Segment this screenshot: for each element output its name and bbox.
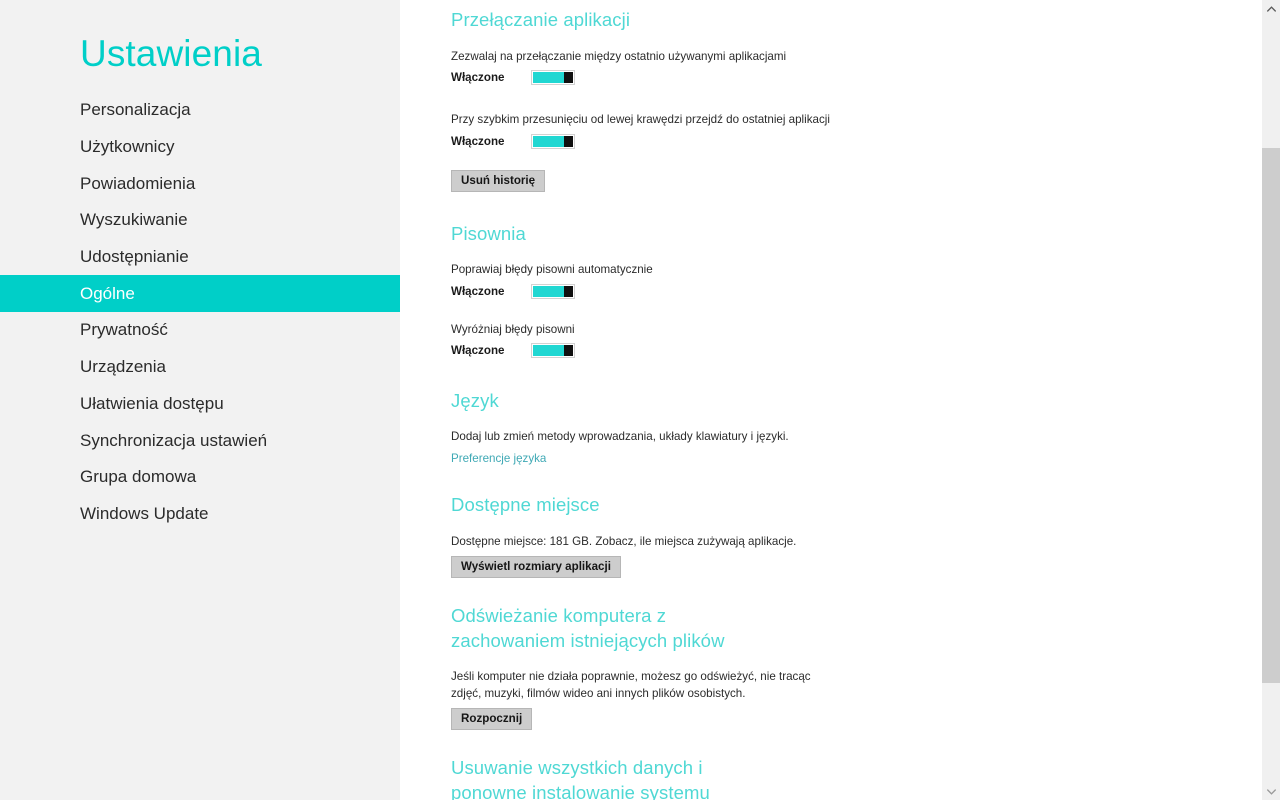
toggle-state-label: Włączone bbox=[451, 134, 505, 148]
sidebar-item-label: Wyszukiwanie bbox=[80, 210, 188, 230]
scroll-down-arrow-icon[interactable] bbox=[1262, 783, 1280, 800]
section-available-space: Dostępne miejsce Dostępne miejsce: 181 G… bbox=[451, 493, 1262, 578]
language-preferences-link[interactable]: Preferencje języka bbox=[451, 451, 546, 467]
sidebar-item-label: Ogólne bbox=[80, 283, 135, 303]
toggle-track-fill bbox=[533, 135, 564, 147]
sidebar-item-udostepnianie[interactable]: Udostępnianie bbox=[0, 239, 400, 276]
section-heading-language: Język bbox=[451, 390, 499, 411]
sidebar-item-synchronizacja-ustawien[interactable]: Synchronizacja ustawień bbox=[0, 422, 400, 459]
spelling-setting2-description: Wyróżniaj błędy pisowni bbox=[451, 322, 575, 336]
section-spelling: Pisownia Poprawiaj błędy pisowni automat… bbox=[451, 222, 1262, 360]
sidebar-item-wyszukiwanie[interactable]: Wyszukiwanie bbox=[0, 202, 400, 239]
sidebar-item-personalizacja[interactable]: Personalizacja bbox=[0, 92, 400, 129]
toggle-thumb bbox=[564, 72, 573, 83]
section-heading-app-switching: Przełączanie aplikacji bbox=[451, 9, 631, 30]
settings-sections-container: Przełączanie aplikacji Zezwalaj na przeł… bbox=[400, 0, 1262, 800]
sidebar-item-label: Personalizacja bbox=[80, 100, 191, 120]
scrollbar-thumb[interactable] bbox=[1262, 148, 1280, 683]
toggle-state-label: Włączone bbox=[451, 284, 505, 298]
toggle-thumb bbox=[564, 345, 573, 356]
sidebar-item-label: Udostępnianie bbox=[80, 247, 189, 267]
app-switching-setting2-description: Przy szybkim przesunięciu od lewej krawę… bbox=[451, 113, 830, 126]
settings-sidebar: Ustawienia Personalizacja Użytkownicy Po… bbox=[0, 0, 400, 800]
sidebar-item-grupa-domowa[interactable]: Grupa domowa bbox=[0, 459, 400, 496]
section-heading-spelling: Pisownia bbox=[451, 222, 526, 244]
toggle-thumb bbox=[564, 285, 573, 297]
toggle-switch-recent-apps[interactable] bbox=[531, 70, 575, 85]
spelling-setting2-toggle-row: Włączone bbox=[451, 342, 1262, 359]
spelling-setting1-toggle-row: Włączone bbox=[451, 283, 1262, 300]
sidebar-item-label: Synchronizacja ustawień bbox=[80, 430, 268, 450]
available-space-description: Dostępne miejsce: 181 GB. Zobacz, ile mi… bbox=[451, 534, 797, 548]
sidebar-item-uzytkownicy[interactable]: Użytkownicy bbox=[0, 129, 400, 166]
view-app-sizes-button[interactable]: Wyświetl rozmiary aplikacji bbox=[451, 556, 621, 578]
toggle-switch-autocorrect[interactable] bbox=[531, 283, 575, 299]
scroll-up-arrow-icon[interactable] bbox=[1262, 0, 1280, 17]
page-title: Ustawienia bbox=[80, 33, 262, 74]
settings-app-window: Ustawienia Personalizacja Użytkownicy Po… bbox=[0, 0, 1280, 800]
toggle-track-fill bbox=[533, 72, 564, 83]
sidebar-item-prywatnosc[interactable]: Prywatność bbox=[0, 312, 400, 349]
sidebar-item-label: Powiadomienia bbox=[80, 173, 196, 193]
app-switching-setting2-toggle-row: Włączone bbox=[451, 133, 1262, 150]
sidebar-item-label: Prywatność bbox=[80, 320, 168, 340]
toggle-switch-highlight-misspelled[interactable] bbox=[531, 343, 575, 358]
section-reset-pc: Usuwanie wszystkich danych i ponowne ins… bbox=[451, 756, 1262, 800]
language-description: Dodaj lub zmień metody wprowadzania, ukł… bbox=[451, 429, 789, 443]
sidebar-item-ulatwienia-dostepu[interactable]: Ułatwienia dostępu bbox=[0, 386, 400, 423]
sidebar-item-label: Ułatwienia dostępu bbox=[80, 393, 224, 413]
refresh-pc-description: Jeśli komputer nie działa poprawnie, moż… bbox=[451, 670, 811, 700]
sidebar-item-label: Grupa domowa bbox=[80, 467, 197, 487]
toggle-state-label: Włączone bbox=[451, 71, 505, 84]
sidebar-item-label: Użytkownicy bbox=[80, 137, 175, 157]
vertical-scrollbar[interactable] bbox=[1262, 0, 1280, 800]
settings-content-pane: Przełączanie aplikacji Zezwalaj na przeł… bbox=[400, 0, 1262, 800]
sidebar-item-label: Urządzenia bbox=[80, 357, 166, 377]
scrollbar-track[interactable] bbox=[1262, 17, 1280, 783]
toggle-thumb bbox=[564, 135, 573, 147]
toggle-track-fill bbox=[533, 285, 564, 297]
section-app-switching: Przełączanie aplikacji Zezwalaj na przeł… bbox=[451, 8, 1262, 192]
refresh-pc-start-button[interactable]: Rozpocznij bbox=[451, 708, 533, 730]
clear-history-button[interactable]: Usuń historię bbox=[451, 169, 546, 192]
section-refresh-pc: Odświeżanie komputera z zachowaniem istn… bbox=[451, 604, 1262, 730]
toggle-state-label: Włączone bbox=[451, 344, 505, 357]
sidebar-item-ogolne[interactable]: Ogólne bbox=[0, 275, 400, 313]
app-switching-setting1-description: Zezwalaj na przełączanie między ostatnio… bbox=[451, 49, 787, 63]
spelling-setting1-description: Poprawiaj błędy pisowni automatycznie bbox=[451, 263, 653, 276]
section-heading-reset-pc: Usuwanie wszystkich danych i ponowne ins… bbox=[451, 757, 710, 800]
toggle-track-fill bbox=[533, 345, 564, 356]
sidebar-item-urzadzenia[interactable]: Urządzenia bbox=[0, 349, 400, 386]
app-switching-setting1-toggle-row: Włączone bbox=[451, 69, 1262, 86]
sidebar-item-windows-update[interactable]: Windows Update bbox=[0, 496, 400, 533]
sidebar-item-label: Windows Update bbox=[80, 503, 209, 523]
sidebar-nav-list: Personalizacja Użytkownicy Powiadomienia… bbox=[0, 92, 400, 532]
section-heading-refresh-pc: Odświeżanie komputera z zachowaniem istn… bbox=[451, 605, 725, 651]
section-heading-available-space: Dostępne miejsce bbox=[451, 494, 600, 515]
section-language: Język Dodaj lub zmień metody wprowadzani… bbox=[451, 389, 1262, 467]
toggle-switch-left-edge-swipe[interactable] bbox=[531, 133, 575, 149]
sidebar-item-powiadomienia[interactable]: Powiadomienia bbox=[0, 165, 400, 202]
